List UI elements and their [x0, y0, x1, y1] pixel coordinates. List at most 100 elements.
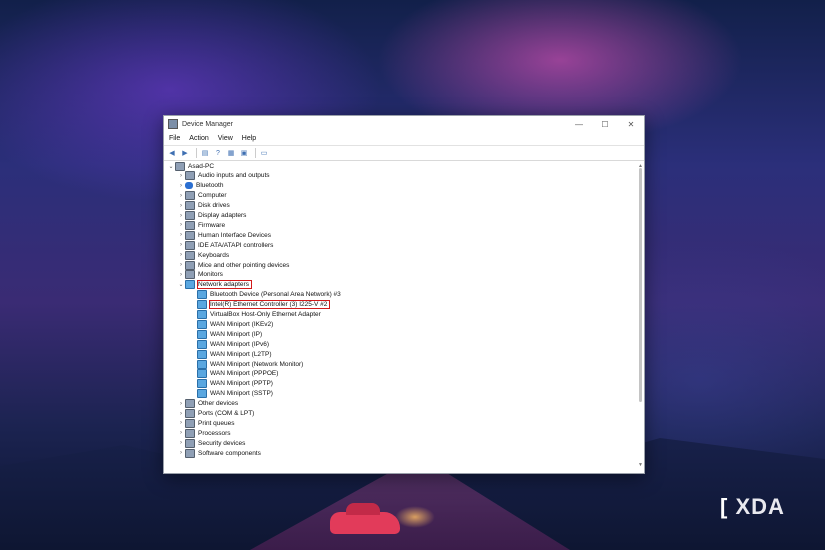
tree-item-label: Print queues	[198, 419, 235, 427]
maximize-button[interactable]: ☐	[592, 120, 618, 129]
network-adapter-icon	[197, 290, 207, 300]
scroll-down-arrow[interactable]: ▼	[638, 462, 643, 468]
xda-logo: [ XDA	[720, 494, 785, 520]
network-adapter-icon	[197, 359, 207, 369]
chevron-right-icon[interactable]: ›	[177, 203, 185, 209]
tree-category[interactable]: › Audio inputs and outputs	[177, 171, 270, 181]
tree-item-label: Human Interface Devices	[198, 231, 271, 239]
forward-arrow-icon[interactable]: ▶	[180, 149, 190, 158]
chevron-right-icon[interactable]: ›	[177, 252, 185, 258]
chevron-right-icon[interactable]: ›	[177, 232, 185, 238]
chevron-right-icon[interactable]: ›	[177, 430, 185, 436]
network-adapter-item[interactable]: VirtualBox Host-Only Ethernet Adapter	[197, 310, 321, 320]
tree-item-label: Ports (COM & LPT)	[198, 410, 255, 417]
tree-category[interactable]: › Security devices	[177, 438, 245, 448]
device-category-icon	[185, 250, 195, 260]
chevron-right-icon[interactable]: ›	[177, 450, 185, 456]
chevron-right-icon[interactable]: ›	[177, 262, 185, 268]
tree-category[interactable]: › Human Interface Devices	[177, 230, 271, 240]
toolbar: ◀ ▶ ▤ ? ▦ ▣ ▭	[164, 145, 644, 161]
tree-category[interactable]: › Disk drives	[177, 201, 230, 211]
chevron-down-icon[interactable]: ⌄	[167, 163, 175, 170]
tree-category[interactable]: › Ports (COM & LPT)	[177, 409, 254, 419]
network-adapter-item[interactable]: Bluetooth Device (Personal Area Network)…	[197, 290, 341, 300]
update-driver-icon[interactable]: ▣	[239, 149, 249, 158]
chevron-right-icon[interactable]: ›	[177, 213, 185, 219]
properties-icon[interactable]: ▤	[200, 149, 210, 158]
network-adapter-icon	[197, 379, 207, 389]
network-adapter-item[interactable]: Intel(R) Ethernet Controller (3) I225-V …	[197, 300, 331, 310]
device-category-icon	[185, 399, 195, 409]
minimize-button[interactable]: —	[566, 120, 592, 129]
back-arrow-icon[interactable]: ◀	[167, 149, 177, 158]
network-adapter-icon	[197, 389, 207, 399]
tree-category[interactable]: › IDE ATA/ATAPI controllers	[177, 240, 273, 250]
chevron-right-icon[interactable]: ›	[177, 183, 185, 189]
tree-category[interactable]: › Other devices	[177, 399, 238, 409]
window-title: Device Manager	[182, 120, 233, 128]
chevron-right-icon[interactable]: ›	[177, 420, 185, 426]
tree-item-label: WAN Miniport (IKEv2)	[210, 320, 274, 328]
tree-item-label: WAN Miniport (Network Monitor)	[210, 360, 304, 368]
tree-category[interactable]: › Keyboards	[177, 250, 229, 260]
menu-bar: File Action View Help	[164, 132, 644, 145]
network-adapter-icon	[197, 310, 207, 319]
scan-hardware-icon[interactable]: ▭	[259, 149, 269, 158]
chevron-right-icon[interactable]: ›	[177, 440, 185, 446]
tree-category[interactable]: › Print queues	[177, 418, 235, 428]
tree-item-label: Network adapters	[197, 280, 252, 290]
tree-category[interactable]: › Processors	[177, 428, 231, 438]
chevron-right-icon[interactable]: ›	[177, 193, 185, 199]
tree-item-label: Software components	[198, 449, 261, 457]
chevron-right-icon[interactable]: ›	[177, 272, 185, 278]
tree-category[interactable]: › Display adapters	[177, 211, 246, 221]
network-adapter-item[interactable]: WAN Miniport (SSTP)	[197, 389, 273, 399]
help-icon[interactable]: ?	[213, 149, 223, 158]
tree-category[interactable]: › Firmware	[177, 220, 225, 230]
network-adapter-item[interactable]: WAN Miniport (Network Monitor)	[197, 359, 303, 369]
vertical-scrollbar[interactable]	[639, 168, 642, 402]
chevron-right-icon[interactable]: ›	[177, 173, 185, 179]
car-headlight	[395, 506, 435, 528]
tree-item-label: Other devices	[198, 400, 239, 408]
tree-item-label: Security devices	[198, 439, 246, 447]
view-icon[interactable]: ▦	[226, 149, 236, 158]
chevron-right-icon[interactable]: ›	[177, 222, 185, 228]
network-adapter-item[interactable]: WAN Miniport (PPTP)	[197, 379, 273, 389]
device-category-icon	[185, 220, 195, 230]
menu-action[interactable]: Action	[189, 135, 208, 142]
tree-category-network-adapters[interactable]: ⌄ Network adapters	[177, 280, 252, 290]
tree-item-label: Bluetooth	[196, 182, 224, 190]
logo-bracket: [	[720, 494, 729, 519]
title-bar[interactable]: Device Manager — ☐ ✕	[164, 116, 644, 132]
tree-category[interactable]: › Computer	[177, 191, 227, 201]
menu-file[interactable]: File	[169, 135, 180, 142]
chevron-down-icon[interactable]: ⌄	[177, 281, 185, 288]
device-category-icon	[185, 201, 195, 211]
tree-category[interactable]: › Monitors	[177, 270, 223, 280]
tree-category[interactable]: › Software components	[177, 448, 261, 458]
tree-item-label: Processors	[198, 429, 231, 437]
network-adapter-item[interactable]: WAN Miniport (PPPOE)	[197, 369, 278, 379]
tree-item-label: Mice and other pointing devices	[198, 261, 290, 269]
network-adapter-item[interactable]: WAN Miniport (IKEv2)	[197, 319, 273, 329]
network-adapter-item[interactable]: WAN Miniport (L2TP)	[197, 349, 272, 359]
chevron-right-icon[interactable]: ›	[177, 411, 185, 417]
network-adapter-item[interactable]: WAN Miniport (IPv6)	[197, 339, 269, 349]
tree-category[interactable]: › Mice and other pointing devices	[177, 260, 289, 270]
device-category-icon	[185, 240, 195, 250]
menu-view[interactable]: View	[218, 135, 233, 142]
tree-item-label: Computer	[198, 192, 227, 200]
tree-item-label: Disk drives	[198, 202, 230, 210]
network-adapter-item[interactable]: WAN Miniport (IP)	[197, 329, 262, 339]
tree-item-label: Monitors	[198, 271, 223, 279]
tree-root[interactable]: ⌄ Asad-PC	[167, 161, 214, 171]
chevron-right-icon[interactable]: ›	[177, 401, 185, 407]
tree-category[interactable]: › Bluetooth	[177, 181, 223, 191]
close-button[interactable]: ✕	[618, 120, 644, 129]
menu-help[interactable]: Help	[242, 135, 256, 142]
device-category-icon	[185, 438, 195, 448]
device-category-icon	[185, 428, 195, 438]
tree-item-label: WAN Miniport (SSTP)	[210, 390, 273, 398]
chevron-right-icon[interactable]: ›	[177, 242, 185, 248]
